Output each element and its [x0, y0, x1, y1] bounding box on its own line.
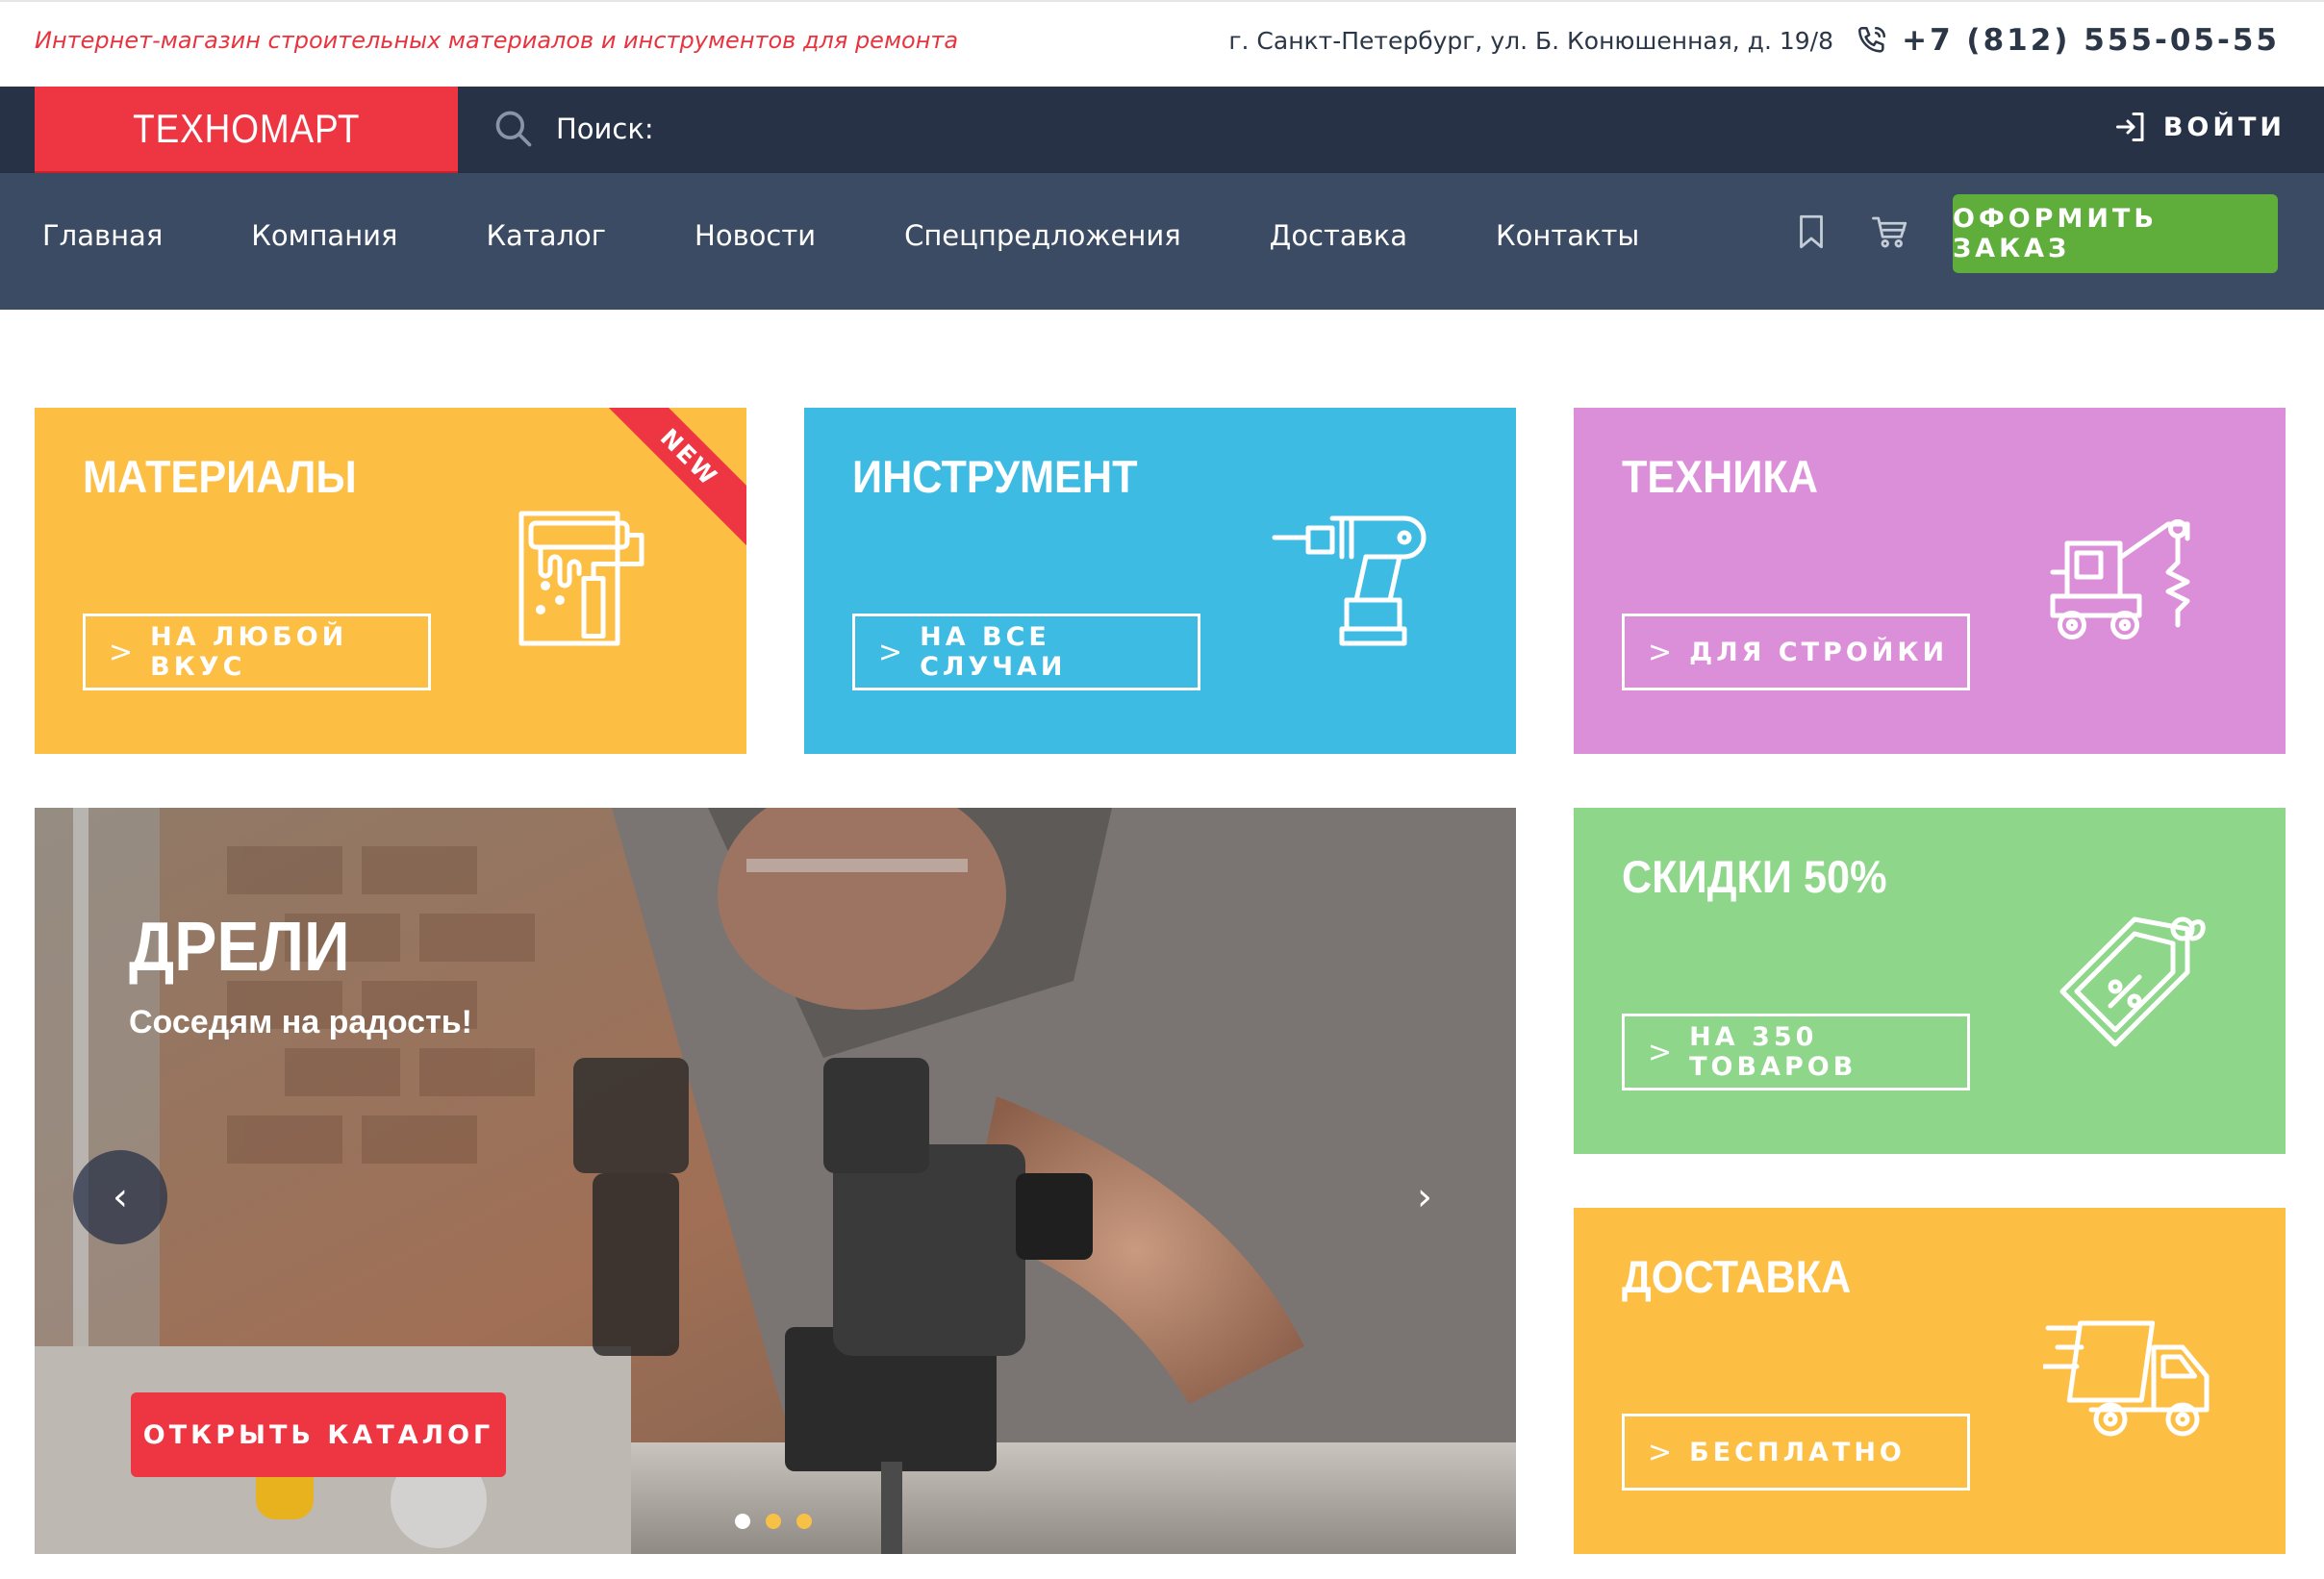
nav-icons: [1791, 212, 1910, 252]
chevron-right-icon: >: [1648, 635, 1673, 669]
login-button[interactable]: ВОЙТИ: [2113, 110, 2286, 144]
drill-icon: [1272, 515, 1427, 646]
cta-label: БЕСПЛАТНО: [1689, 1437, 1906, 1467]
place-order-button[interactable]: ОФОРМИТЬ ЗАКАЗ: [1953, 194, 2278, 273]
open-catalog-button[interactable]: ОТКРЫТЬ КАТАЛОГ: [131, 1392, 506, 1477]
login-label: ВОЙТИ: [2162, 112, 2286, 142]
cart-icon[interactable]: [1870, 212, 1910, 252]
delivery-cta-button[interactable]: > БЕСПЛАТНО: [1622, 1414, 1970, 1491]
nav-item-special-offers[interactable]: Спецпредложения: [904, 219, 1181, 252]
search-input[interactable]: [556, 113, 1229, 145]
card-title: СКИДКИ 50%: [1622, 851, 1887, 902]
site-logo[interactable]: ТЕХНОМАРТ: [35, 87, 458, 179]
nav-item-news[interactable]: Новости: [695, 219, 816, 252]
cta-label: НА 350 ТОВАРОВ: [1689, 1022, 1857, 1082]
delivery-truck-icon: [2043, 1320, 2210, 1437]
materials-cta-button[interactable]: > НА ЛЮБОЙ ВКУС: [83, 614, 431, 690]
chevron-right-icon: >: [1648, 1435, 1673, 1469]
card-title: ИНСТРУМЕНТ: [852, 451, 1138, 502]
card-discounts[interactable]: СКИДКИ 50% > НА 350 ТОВАРОВ: [1574, 808, 2286, 1154]
nav-item-catalog[interactable]: Каталог: [486, 219, 606, 252]
card-materials[interactable]: NEW МАТЕРИАЛЫ > НА ЛЮБОЙ ВКУС: [35, 408, 746, 754]
chevron-right-icon: ›: [1417, 1175, 1432, 1219]
phone-icon: [1858, 26, 1886, 53]
slider-dot[interactable]: [766, 1514, 781, 1529]
slider-next-button[interactable]: ›: [1377, 1150, 1472, 1244]
phone-text: +7 (812) 555-05-55: [1902, 23, 2280, 58]
nav-item-company[interactable]: Компания: [251, 219, 397, 252]
main-navigation: Главная Компания Каталог Новости Спецпре…: [0, 173, 2324, 310]
cta-label: ДЛЯ СТРОЙКИ: [1689, 637, 1949, 667]
nav-item-delivery[interactable]: Доставка: [1270, 219, 1407, 252]
top-info-bar: Интернет-магазин строительных материалов…: [0, 0, 2324, 87]
hero-slider: ДРЕЛИ Соседям на радость! ‹ › ОТКРЫТЬ КА…: [35, 808, 1516, 1554]
slider-prev-button[interactable]: ‹: [73, 1150, 167, 1244]
paint-roller-icon: [518, 511, 644, 646]
login-icon: [2115, 113, 2144, 141]
slider-pagination: [735, 1514, 812, 1529]
slide-subtitle: Соседям на радость!: [129, 1004, 472, 1040]
chevron-right-icon: >: [878, 635, 903, 669]
logo-text: ТЕХНОМАРТ: [132, 106, 361, 151]
card-delivery[interactable]: ДОСТАВКА > БЕСПЛАТНО: [1574, 1208, 2286, 1554]
phone-number-link[interactable]: +7 (812) 555-05-55: [1856, 23, 2280, 58]
tools-cta-button[interactable]: > НА ВСЕ СЛУЧАИ: [852, 614, 1200, 690]
card-title: МАТЕРИАЛЫ: [83, 451, 357, 502]
nav-menu: Главная Компания Каталог Новости Спецпре…: [42, 219, 1728, 252]
chevron-left-icon: ‹: [113, 1175, 128, 1219]
machinery-cta-button[interactable]: > ДЛЯ СТРОЙКИ: [1622, 614, 1970, 690]
header-bar: ТЕХНОМАРТ ВОЙТИ: [0, 87, 2324, 179]
slide-title: ДРЕЛИ: [129, 909, 350, 986]
card-title: ТЕХНИКА: [1622, 451, 1819, 502]
search-box: [493, 108, 1229, 150]
chevron-right-icon: >: [1648, 1035, 1673, 1069]
site-tagline: Интернет-магазин строительных материалов…: [35, 27, 959, 54]
discounts-cta-button[interactable]: > НА 350 ТОВАРОВ: [1622, 1014, 1970, 1090]
price-tag-icon: [2059, 916, 2206, 1047]
bookmark-icon[interactable]: [1791, 212, 1831, 252]
card-machinery[interactable]: ТЕХНИКА > ДЛЯ СТРОЙКИ: [1574, 408, 2286, 754]
cta-label: НА ВСЕ СЛУЧАИ: [920, 622, 1067, 682]
nav-item-contacts[interactable]: Контакты: [1496, 219, 1639, 252]
excavator-icon: [2050, 519, 2190, 639]
store-address: г. Санкт-Петербург, ул. Б. Конюшенная, д…: [1228, 27, 1833, 55]
cta-label: НА ЛЮБОЙ ВКУС: [150, 622, 348, 682]
slider-dot[interactable]: [735, 1514, 750, 1529]
chevron-right-icon: >: [109, 635, 134, 669]
search-icon[interactable]: [493, 108, 535, 150]
card-tools[interactable]: ИНСТРУМЕНТ > НА ВСЕ СЛУЧАИ: [804, 408, 1516, 754]
card-title: ДОСТАВКА: [1622, 1251, 1852, 1302]
slider-dot[interactable]: [796, 1514, 812, 1529]
nav-item-home[interactable]: Главная: [42, 219, 163, 252]
